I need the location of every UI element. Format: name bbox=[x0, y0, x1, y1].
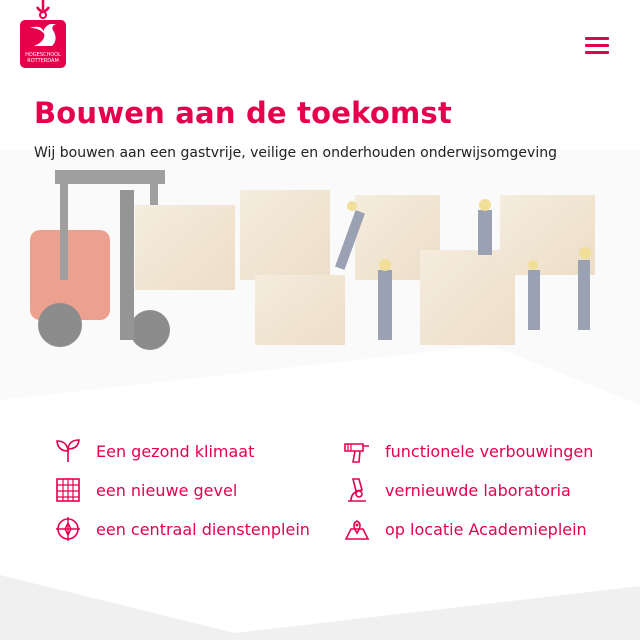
feature-item-location[interactable]: op locatie Academieplein bbox=[343, 515, 587, 543]
logo-line2: ROTTERDAM bbox=[27, 58, 59, 64]
sprout-icon bbox=[56, 439, 80, 462]
microscope-icon bbox=[348, 478, 366, 502]
page-subtitle: Wij bouwen aan een gastvrije, veilige en… bbox=[34, 145, 557, 161]
hogeschool-rotterdam-logo[interactable]: HOGESCHOOL ROTTERDAM bbox=[20, 0, 66, 68]
feature-item-climate[interactable]: Een gezond klimaat bbox=[54, 437, 254, 465]
feature-label: op locatie Academieplein bbox=[385, 519, 587, 539]
feature-label: een nieuwe gevel bbox=[96, 480, 238, 500]
location-pin-icon bbox=[344, 520, 370, 540]
feature-label: functionele verbouwingen bbox=[385, 441, 594, 461]
compass-icon bbox=[56, 517, 80, 541]
feature-label: een centraal dienstenplein bbox=[96, 519, 310, 539]
site-header: HOGESCHOOL ROTTERDAM bbox=[0, 0, 640, 80]
drill-icon bbox=[344, 443, 369, 463]
building-icon bbox=[56, 478, 80, 502]
feature-item-service-square[interactable]: een centraal dienstenplein bbox=[54, 515, 310, 543]
hamburger-menu-icon[interactable] bbox=[582, 34, 612, 56]
page-title: Bouwen aan de toekomst bbox=[34, 96, 452, 130]
feature-item-facade[interactable]: een nieuwe gevel bbox=[54, 476, 237, 504]
section-divider bbox=[0, 575, 640, 640]
feature-item-renovations[interactable]: functionele verbouwingen bbox=[343, 437, 593, 465]
feature-label: Een gezond klimaat bbox=[96, 441, 255, 461]
feature-item-laboratories[interactable]: vernieuwde laboratoria bbox=[343, 476, 571, 504]
hero-illustration bbox=[0, 150, 640, 410]
feature-label: vernieuwde laboratoria bbox=[385, 480, 571, 500]
